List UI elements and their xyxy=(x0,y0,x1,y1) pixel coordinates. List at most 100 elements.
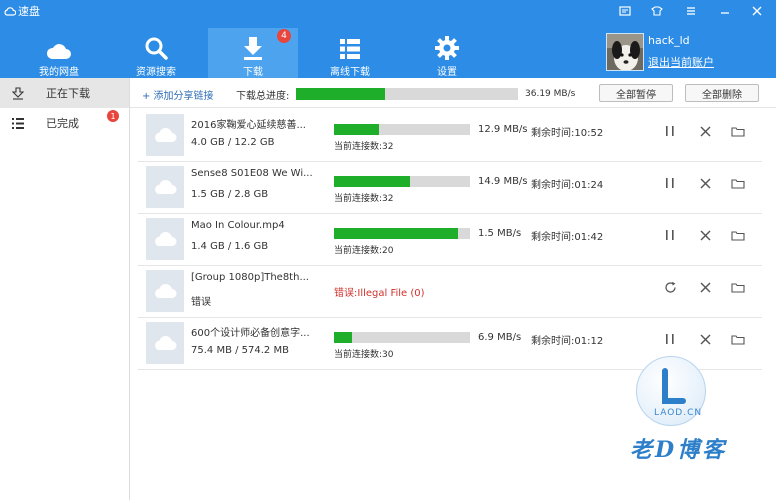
delete-icon[interactable] xyxy=(697,279,713,295)
delete-icon[interactable] xyxy=(697,227,713,243)
nav-label: 设置 xyxy=(437,67,457,78)
download-row[interactable]: Mao In Colour.mp4 1.4 GB / 1.6 GB 当前连接数:… xyxy=(138,214,762,266)
file-name: 2016家鞠爱心延续慈善... xyxy=(191,120,306,131)
progress-bar xyxy=(334,124,470,135)
logout-link[interactable]: 退出当前账户 xyxy=(648,54,714,70)
gear-icon xyxy=(435,32,459,60)
download-row[interactable]: [Group 1080p]The8th... 错误 错误:Illegal Fil… xyxy=(138,266,762,318)
progress-fill xyxy=(334,332,352,343)
download-icon xyxy=(243,32,263,60)
retry-icon[interactable] xyxy=(662,279,678,295)
search-icon xyxy=(144,32,168,60)
delete-icon[interactable] xyxy=(697,123,713,139)
download-speed: 1.5 MB/s xyxy=(478,228,522,239)
feedback-icon[interactable] xyxy=(616,4,634,18)
add-share-link[interactable]: + 添加分享链接 xyxy=(142,87,214,102)
file-name: 600个设计师必备创意字... xyxy=(191,328,310,339)
sidebar-item-completed[interactable]: 已完成 1 xyxy=(0,108,129,138)
skin-icon[interactable] xyxy=(648,4,666,18)
remaining-time: 剩余时间:01:12 xyxy=(531,336,604,347)
file-size: 75.4 MB / 574.2 MB xyxy=(191,345,289,356)
pause-icon[interactable] xyxy=(662,227,678,243)
download-speed: 12.9 MB/s xyxy=(478,124,528,135)
folder-icon[interactable] xyxy=(730,331,746,347)
minimize-icon[interactable] xyxy=(716,4,734,18)
close-window-icon[interactable] xyxy=(748,4,766,18)
progress-bar xyxy=(334,176,470,187)
file-size: 4.0 GB / 12.2 GB xyxy=(191,137,275,148)
remaining-time: 剩余时间:01:24 xyxy=(531,180,604,191)
connection-count: 当前连接数:30 xyxy=(334,350,394,360)
nav-label: 离线下载 xyxy=(330,67,370,78)
progress-bar xyxy=(334,332,470,343)
nav-label: 下载 xyxy=(243,67,263,78)
total-progress-label: 下载总进度: xyxy=(236,91,290,102)
nav-download[interactable]: 下载 4 xyxy=(208,28,298,78)
nav-offline-download[interactable]: 离线下载 xyxy=(305,28,395,78)
nav-label: 我的网盘 xyxy=(39,67,79,78)
pause-icon[interactable] xyxy=(662,123,678,139)
nav-label: 资源搜索 xyxy=(136,67,176,78)
completed-count-badge: 1 xyxy=(107,110,119,122)
total-speed: 36.19 MB/s xyxy=(525,89,576,99)
progress-fill xyxy=(334,124,379,135)
file-cloud-icon xyxy=(146,218,184,260)
sidebar-item-downloading[interactable]: 正在下载 xyxy=(0,78,129,108)
file-size: 1.4 GB / 1.6 GB xyxy=(191,241,269,252)
nav-resource-search[interactable]: 资源搜索 xyxy=(111,28,201,78)
delete-icon[interactable] xyxy=(697,331,713,347)
download-speed: 14.9 MB/s xyxy=(478,176,528,187)
watermark: LAOD.CN 老D博客 xyxy=(612,356,732,466)
file-cloud-icon xyxy=(146,322,184,364)
error-message: 错误:Illegal File (0) xyxy=(334,288,425,299)
connection-count: 当前连接数:20 xyxy=(334,246,394,256)
pause-icon[interactable] xyxy=(662,175,678,191)
download-outline-icon xyxy=(12,86,36,100)
watermark-text: 老D博客 xyxy=(630,437,728,463)
download-toolbar: + 添加分享链接 下载总进度: 36.19 MB/s 全部暂停 全部删除 xyxy=(130,78,776,108)
download-row[interactable]: 2016家鞠爱心延续慈善... 4.0 GB / 12.2 GB 当前连接数:3… xyxy=(138,110,762,162)
cloud-icon xyxy=(46,32,72,60)
progress-fill xyxy=(334,176,411,187)
total-progress-bar xyxy=(296,88,518,100)
file-status: 错误 xyxy=(191,297,211,308)
top-bar: 速盘 我的网盘 资源搜索 下载 4 离线下载 设置 hack_ld 退出当前账户 xyxy=(0,0,776,78)
app-title: 速盘 xyxy=(4,3,40,19)
nav-my-disk[interactable]: 我的网盘 xyxy=(14,28,104,78)
file-cloud-icon xyxy=(146,114,184,156)
download-row[interactable]: Sense8 S01E08 We Wi... 1.5 GB / 2.8 GB 当… xyxy=(138,162,762,214)
app-title-text: 速盘 xyxy=(18,5,40,18)
sidebar: 正在下载 已完成 1 xyxy=(0,78,130,500)
file-name: Sense8 S01E08 We Wi... xyxy=(191,168,313,179)
delete-all-button[interactable]: 全部删除 xyxy=(685,84,759,102)
remaining-time: 剩余时间:01:42 xyxy=(531,232,604,243)
total-progress-fill xyxy=(296,88,385,100)
nav-settings[interactable]: 设置 xyxy=(402,28,492,78)
delete-icon[interactable] xyxy=(697,175,713,191)
watermark-site: LAOD.CN xyxy=(654,408,703,418)
file-size: 1.5 GB / 2.8 GB xyxy=(191,189,269,200)
pause-all-button[interactable]: 全部暂停 xyxy=(599,84,673,102)
progress-bar xyxy=(334,228,470,239)
folder-icon[interactable] xyxy=(730,175,746,191)
download-speed: 6.9 MB/s xyxy=(478,332,522,343)
folder-icon[interactable] xyxy=(730,227,746,243)
avatar[interactable] xyxy=(606,33,644,71)
pause-icon[interactable] xyxy=(662,331,678,347)
connection-count: 当前连接数:32 xyxy=(334,142,394,152)
file-cloud-icon xyxy=(146,270,184,312)
download-count-badge: 4 xyxy=(277,29,291,43)
progress-fill xyxy=(334,228,458,239)
list-grid-icon xyxy=(339,32,361,60)
sidebar-item-label: 已完成 xyxy=(46,117,79,130)
file-cloud-icon xyxy=(146,166,184,208)
folder-icon[interactable] xyxy=(730,279,746,295)
folder-icon[interactable] xyxy=(730,123,746,139)
connection-count: 当前连接数:32 xyxy=(334,194,394,204)
username: hack_ld xyxy=(648,34,690,47)
sidebar-item-label: 正在下载 xyxy=(46,87,90,100)
menu-icon[interactable] xyxy=(682,4,700,18)
remaining-time: 剩余时间:10:52 xyxy=(531,128,604,139)
file-name: Mao In Colour.mp4 xyxy=(191,220,285,231)
list-icon xyxy=(12,117,36,129)
